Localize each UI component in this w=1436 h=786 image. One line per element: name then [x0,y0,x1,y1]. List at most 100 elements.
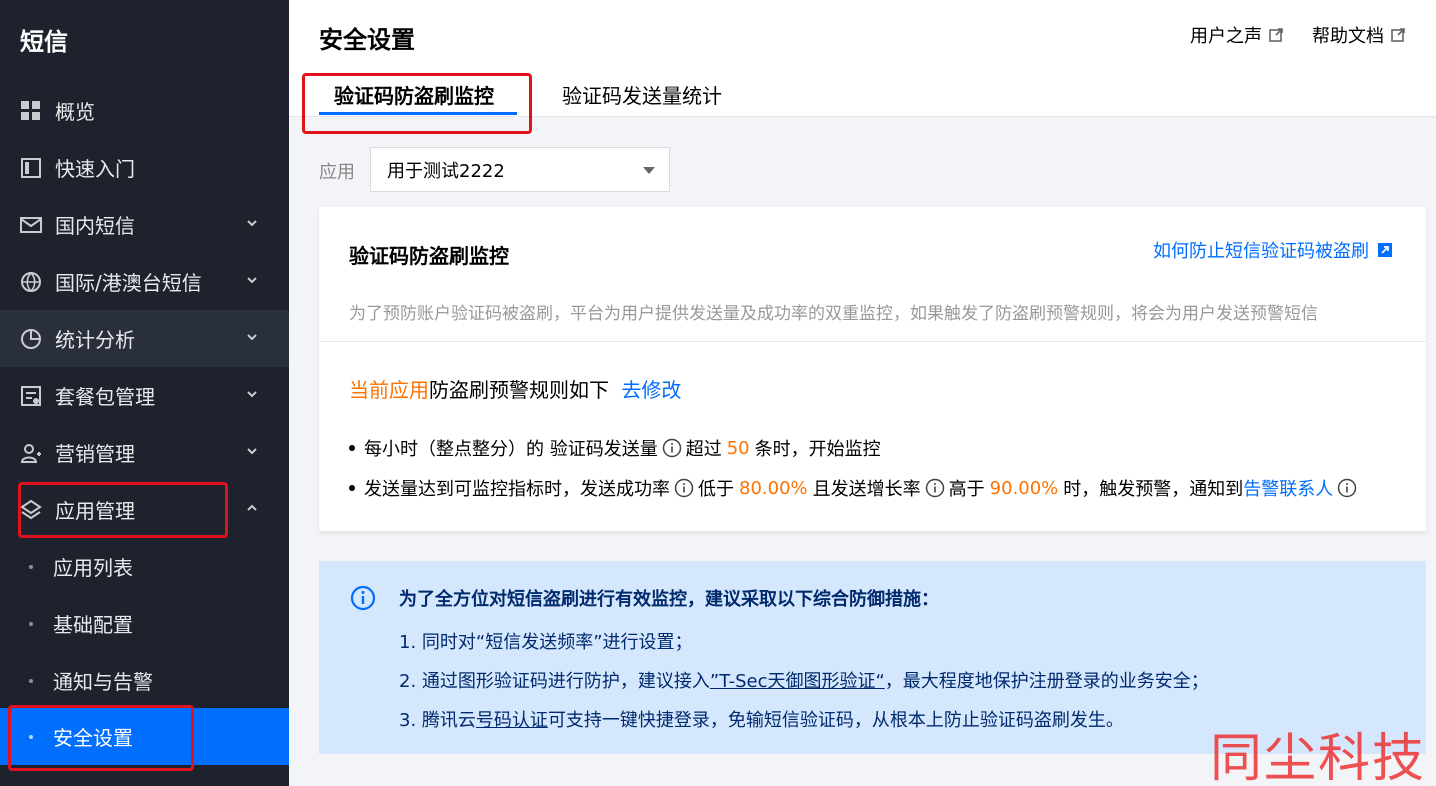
link-label: 帮助文档 [1312,26,1384,47]
sidebar-item-app-management[interactable]: 应用管理 [0,481,289,538]
bullet-dot [29,678,33,683]
sidebar: 短信 概览 快速入门 国内短信 国际/港澳台短信 统计分析 套餐包管理 营销管理… [0,0,289,786]
notice-line-2: 2. 通过图形验证码进行防护，建议接入”T-Sec天御图形验证“，最大程度地保护… [399,667,1209,693]
sidebar-subitem-notifications[interactable]: 通知与告警 [0,652,289,709]
sidebar-item-label: 应用管理 [55,499,135,523]
sidebar-subitem-security-settings[interactable]: 安全设置 [0,708,289,765]
caret-down-icon [643,167,655,174]
sidebar-subitem-label: 安全设置 [53,726,133,750]
rule-text: 超过 [685,439,722,460]
bullet-dot [349,485,355,491]
sidebar-item-quickstart[interactable]: 快速入门 [0,139,289,196]
sidebar-item-international-sms[interactable]: 国际/港澳台短信 [0,253,289,310]
grid-icon [19,99,43,123]
sidebar-subitem-label: 通知与告警 [53,670,153,694]
number-auth-link[interactable]: 号码认证 [476,710,548,731]
sidebar-item-label: 快速入门 [55,157,135,181]
notice-text: 3. 腾讯云 [399,710,476,731]
sidebar-item-label: 套餐包管理 [55,385,155,409]
rule-text: 每小时（整点整分）的 验证码发送量 [364,439,658,460]
watermark: 同尘科技 [1210,729,1427,786]
rule-value: 80.00% [739,477,808,499]
sidebar-item-label: 概览 [55,100,95,124]
app-select[interactable]: 用于测试2222 [370,147,670,192]
sidebar-item-label: 国际/港澳台短信 [55,271,202,295]
rule-text: 且发送增长率 [812,479,921,500]
page-title: 安全设置 [319,26,415,54]
rule-heading: 当前应用防盗刷预警规则如下 去修改 [349,374,681,403]
sidebar-subitem-label: 应用列表 [53,556,133,580]
sidebar-item-overview[interactable]: 概览 [0,82,289,139]
notice-text: 2. 通过图形验证码进行防护，建议接入 [399,671,710,692]
link-label: 如何防止短信验证码被盗刷 [1153,241,1369,262]
captcha-product-link[interactable]: ”T-Sec天御图形验证“ [710,671,885,692]
external-link-icon [1391,28,1405,42]
tab-send-statistics[interactable]: 验证码发送量统计 [562,80,722,109]
sidebar-item-label: 营销管理 [55,442,135,466]
pie-chart-icon [19,327,43,351]
chevron-down-icon [245,216,259,230]
sidebar-item-label: 国内短信 [55,214,135,238]
info-icon[interactable] [662,438,682,458]
sidebar-title: 短信 [20,28,68,56]
rule-heading-text: 防盗刷预警规则如下 [429,378,609,402]
help-docs-link[interactable]: 帮助文档 [1312,22,1406,48]
card-title: 验证码防盗刷监控 [349,244,509,268]
alert-contacts-link[interactable]: 告警联系人 [1243,475,1333,501]
rule-text: 时，触发预警，通知到 [1063,479,1244,500]
help-article-link[interactable]: 如何防止短信验证码被盗刷 [1153,237,1393,263]
rule-value: 50 [726,437,750,459]
rule-value: 90.00% [989,477,1059,499]
app-filter-label: 应用 [319,162,355,183]
info-icon[interactable] [1337,478,1357,498]
sidebar-item-marketing[interactable]: 营销管理 [0,424,289,481]
rule-text: 高于 [948,479,985,500]
info-icon[interactable] [925,478,945,498]
sidebar-subitem-app-list[interactable]: 应用列表 [0,538,289,595]
divider [319,341,1426,342]
user-group-icon [19,441,43,465]
rule-line-2: 发送量达到可监控指标时，发送成功率 低于 80.00% 且发送增长率 高于 90… [349,475,1361,501]
notice-title: 为了全方位对短信盗刷进行有效监控，建议采取以下综合防御措施： [399,589,939,610]
layers-icon [19,498,43,522]
chevron-down-icon [245,444,259,458]
sidebar-item-statistics[interactable]: 统计分析 [0,310,289,367]
notice-line-3: 3. 腾讯云号码认证可支持一键快捷登录，免输短信验证码，从根本上防止验证码盗刷发… [399,706,1124,732]
globe-icon [19,270,43,294]
sidebar-item-label: 统计分析 [55,328,135,352]
monitor-card: 验证码防盗刷监控 如何防止短信验证码被盗刷 为了预防账户验证码被盗刷，平台为用户… [319,207,1426,531]
info-icon[interactable] [674,478,694,498]
notice-line-1: 1. 同时对“短信发送频率”进行设置； [399,632,693,653]
edit-rule-link[interactable]: 去修改 [621,378,681,402]
user-feedback-link[interactable]: 用户之声 [1190,22,1284,48]
external-link-icon [1378,243,1392,257]
mail-icon [19,213,43,237]
link-label: 用户之声 [1190,26,1262,47]
bullet-dot [29,621,33,626]
sidebar-subitem-basic-config[interactable]: 基础配置 [0,595,289,652]
rule-heading-prefix: 当前应用 [349,378,429,402]
book-icon [19,156,43,180]
external-link-icon [1269,28,1283,42]
package-icon [19,384,43,408]
notice-text: 可支持一键快捷登录，免输短信验证码，从根本上防止验证码盗刷发生。 [547,710,1124,731]
tab-anti-fraud-monitor[interactable]: 验证码防盗刷监控 [334,80,494,109]
rule-line-1: 每小时（整点整分）的 验证码发送量 超过 50 条时，开始监控 [349,435,881,461]
sidebar-item-domestic-sms[interactable]: 国内短信 [0,196,289,253]
rule-text: 低于 [698,479,734,500]
rule-text: 发送量达到可监控指标时，发送成功率 [364,479,670,500]
notice-text: ，最大程度地保护注册登录的业务安全； [884,671,1209,692]
info-icon [350,585,376,615]
sidebar-item-packages[interactable]: 套餐包管理 [0,367,289,424]
chevron-down-icon [245,387,259,401]
active-tab-indicator [319,112,517,115]
bullet-dot [29,734,33,739]
chevron-down-icon [245,273,259,287]
app-select-value: 用于测试2222 [387,160,505,182]
chevron-up-icon [245,501,259,515]
card-description: 为了预防账户验证码被盗刷，平台为用户提供发送量及成功率的双重监控，如果触发了防盗… [349,304,1318,324]
bullet-dot [349,445,355,451]
rule-text: 条时，开始监控 [754,439,881,460]
chevron-down-icon [245,330,259,344]
page-header: 安全设置 用户之声 帮助文档 验证码防盗刷监控 验证码发送量统计 [289,0,1436,117]
